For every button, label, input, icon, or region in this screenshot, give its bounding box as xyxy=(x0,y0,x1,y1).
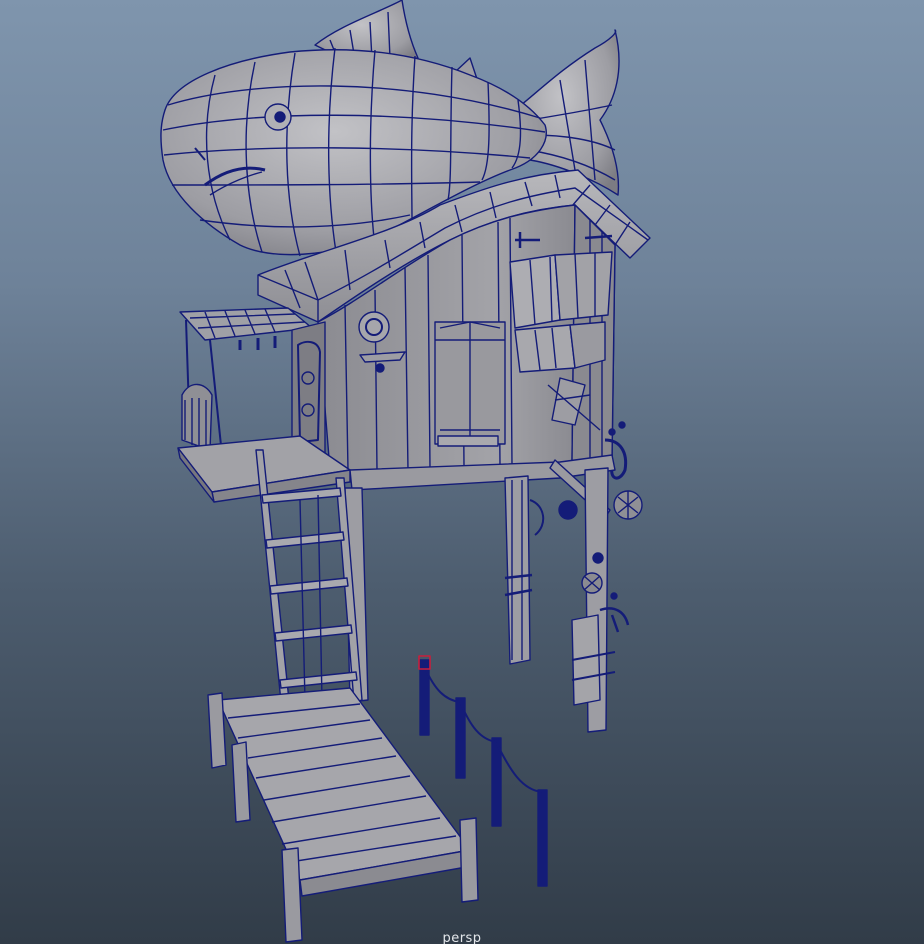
perspective-viewport[interactable]: persp xyxy=(0,0,924,944)
scene-wireframe-render[interactable] xyxy=(0,0,924,944)
stilts[interactable] xyxy=(344,467,630,733)
camera-name-label: persp xyxy=(442,932,482,944)
dock[interactable] xyxy=(207,687,479,943)
